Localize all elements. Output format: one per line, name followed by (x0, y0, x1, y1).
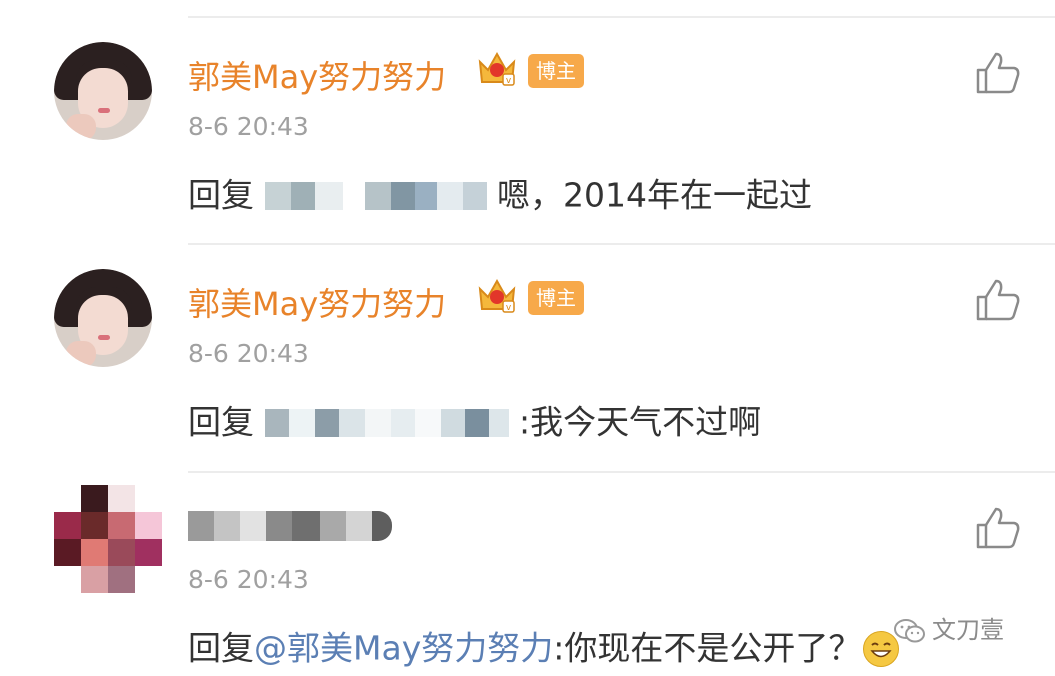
timestamp: 8-6 20:43 (188, 112, 309, 141)
thumbs-up-icon[interactable] (974, 50, 1022, 96)
blogger-badge: 博主 (528, 54, 584, 88)
redacted-username (264, 408, 509, 437)
reply-body: 嗯，2014年在一起过 (497, 175, 812, 215)
crown-icon: v (478, 278, 516, 313)
wechat-icon (894, 619, 925, 643)
reply-prefix: 回复 (188, 628, 254, 668)
svg-text:v: v (506, 303, 512, 313)
timestamp: 8-6 20:43 (188, 339, 309, 368)
reply-prefix: 回复 (188, 402, 254, 442)
author-name[interactable]: 郭美May努力努力 (188, 279, 446, 325)
comment-text: 回复 嗯，2014年在一起过 (188, 172, 812, 216)
reply-body: :我今天气不过啊 (519, 402, 762, 442)
reply-body: :你现在不是公开了？ (553, 628, 862, 668)
mention-link[interactable]: @郭美May努力努力 (254, 629, 553, 668)
thumbs-up-icon[interactable] (974, 505, 1022, 551)
timestamp: 8-6 20:43 (188, 565, 309, 594)
thumbs-up-icon[interactable] (974, 277, 1022, 323)
avatar[interactable] (54, 42, 152, 140)
redacted-username (264, 181, 487, 210)
comment-divider (188, 471, 1055, 473)
watermark: 文刀壹 (894, 610, 1004, 645)
svg-text:v: v (506, 76, 512, 86)
avatar[interactable] (54, 269, 152, 367)
pixelated-avatar[interactable] (54, 485, 162, 593)
comment-divider (188, 243, 1055, 245)
redacted-author-name[interactable] (188, 511, 392, 541)
watermark-text: 文刀壹 (932, 616, 1004, 644)
comment-text: 回复@郭美May努力努力:你现在不是公开了？ (188, 625, 900, 669)
crown-icon: v (478, 51, 516, 86)
top-divider (188, 16, 1055, 18)
blogger-badge: 博主 (528, 281, 584, 315)
comment-text: 回复 :我今天气不过啊 (188, 399, 761, 443)
reply-prefix: 回复 (188, 175, 254, 215)
author-name[interactable]: 郭美May努力努力 (188, 52, 446, 98)
